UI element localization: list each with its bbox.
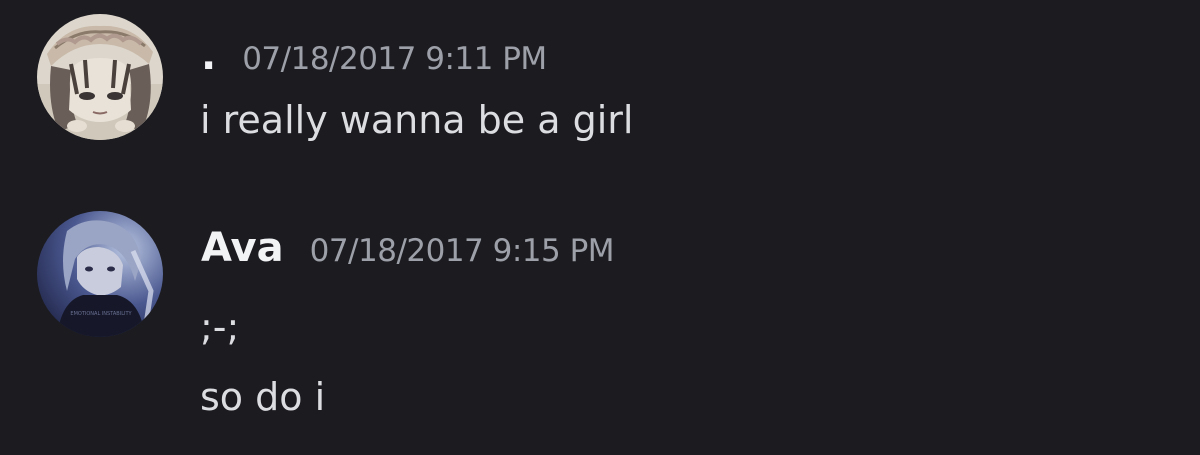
message-text: so do i	[200, 375, 326, 419]
anime-girl-dark-shirt-avatar-icon: EMOTIONAL INSTABILITY	[37, 211, 163, 337]
username[interactable]: .	[201, 30, 216, 82]
avatar[interactable]	[37, 14, 163, 140]
avatar-shirt-text: EMOTIONAL INSTABILITY	[70, 311, 132, 317]
username[interactable]: Ava	[201, 222, 284, 274]
chat-log: . 07/18/2017 9:11 PM i really wanna be a…	[0, 0, 1200, 455]
anime-girl-avatar-icon	[37, 14, 163, 140]
message-text: i really wanna be a girl	[200, 98, 634, 142]
message-header: Ava 07/18/2017 9:15 PM	[201, 222, 615, 277]
timestamp: 07/18/2017 9:15 PM	[309, 233, 615, 269]
avatar[interactable]: EMOTIONAL INSTABILITY	[37, 211, 163, 337]
message-text: ;-;	[200, 305, 240, 349]
message-header: . 07/18/2017 9:11 PM	[201, 30, 547, 85]
timestamp: 07/18/2017 9:11 PM	[242, 41, 547, 77]
